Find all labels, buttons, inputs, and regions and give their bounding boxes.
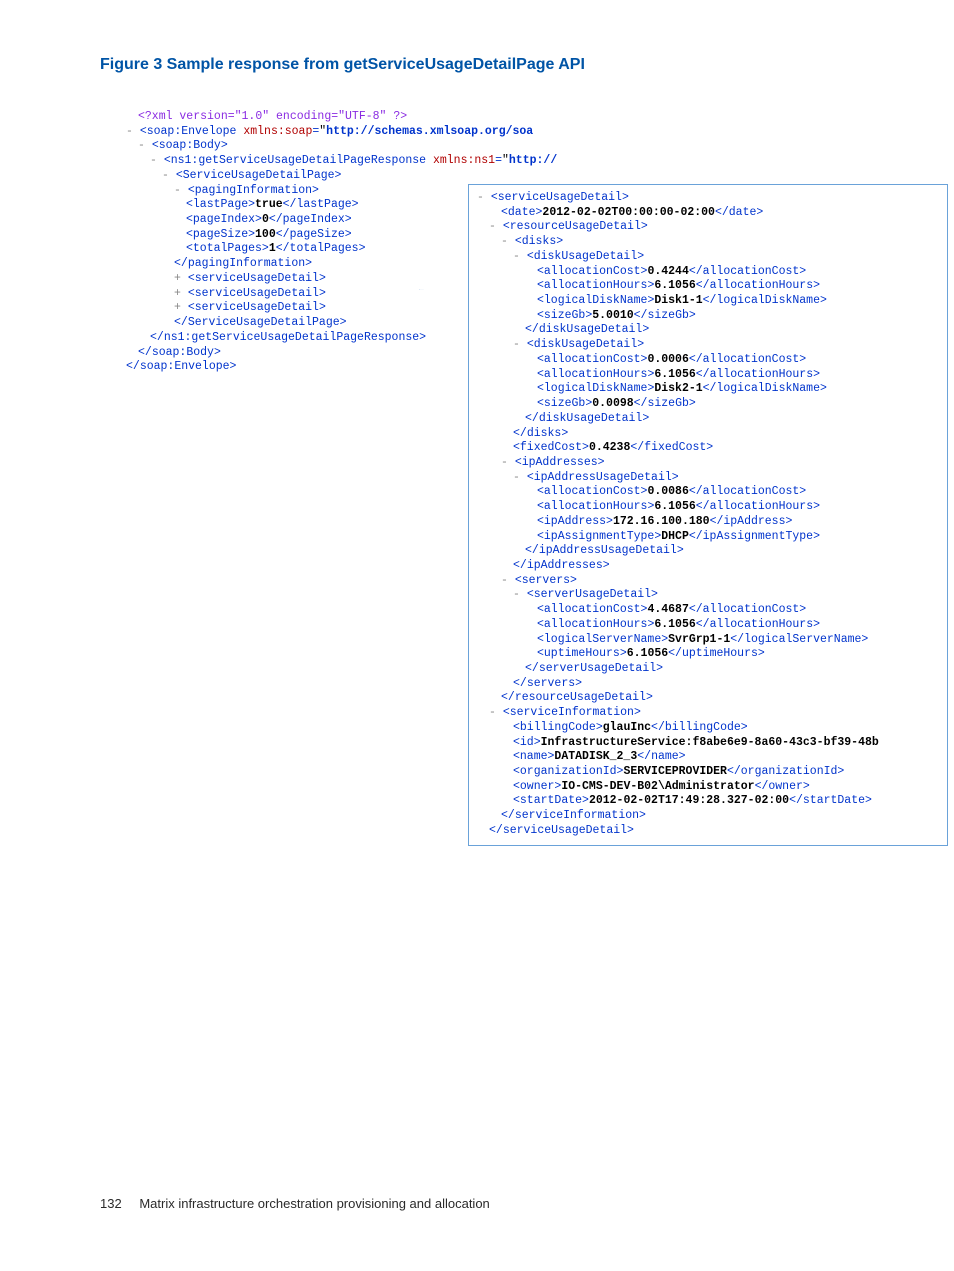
page-footer: 132 Matrix infrastructure orchestration … <box>100 1196 490 1211</box>
minus-icon: - <box>513 588 520 601</box>
xml-declaration: <?xml version="1.0" encoding="UTF-8" ?> <box>138 110 407 123</box>
xml-right-panel: - <serviceUsageDetail> <date>2012-02-02T… <box>468 184 948 846</box>
minus-icon: - <box>126 125 133 138</box>
minus-icon: - <box>513 471 520 484</box>
document-page: Figure 3 Sample response from getService… <box>0 0 954 1271</box>
minus-icon: - <box>513 250 520 263</box>
callout-arrow-icon <box>373 289 470 290</box>
minus-icon: - <box>138 139 145 152</box>
minus-icon: - <box>150 154 157 167</box>
page-number: 132 <box>100 1196 122 1211</box>
minus-icon: - <box>174 184 181 197</box>
plus-icon: + <box>174 272 181 285</box>
minus-icon: - <box>513 338 520 351</box>
plus-icon: + <box>174 287 181 300</box>
minus-icon: - <box>489 220 496 233</box>
minus-icon: - <box>501 456 508 469</box>
minus-icon: - <box>501 235 508 248</box>
minus-icon: - <box>501 574 508 587</box>
minus-icon: - <box>489 706 496 719</box>
minus-icon: - <box>162 169 169 182</box>
footer-label: Matrix infrastructure orchestration prov… <box>139 1196 489 1211</box>
xml-left-panel: <?xml version="1.0" encoding="UTF-8" ?> … <box>126 110 466 375</box>
minus-icon: - <box>477 191 484 204</box>
plus-icon: + <box>174 301 181 314</box>
figure-title: Figure 3 Sample response from getService… <box>100 56 884 74</box>
